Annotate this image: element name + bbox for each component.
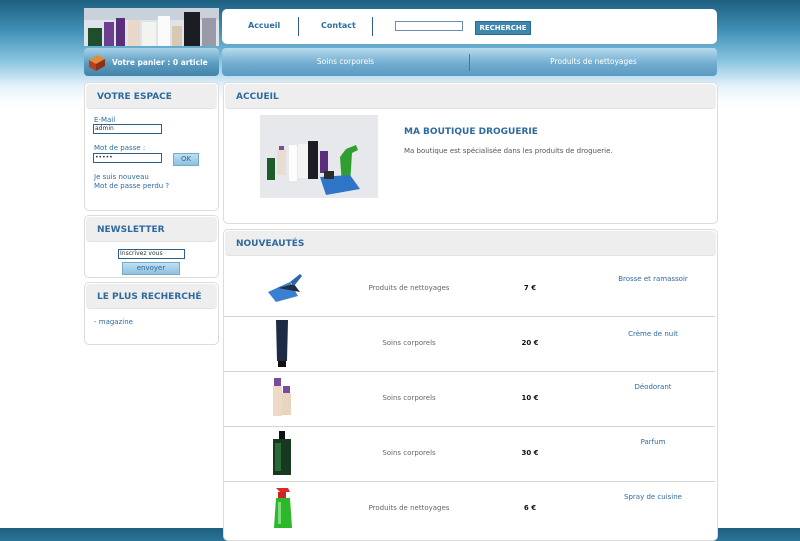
product-name-link[interactable]: Spray de cuisine — [574, 493, 732, 501]
product-price: 20 € — [521, 339, 539, 347]
store-heading: MA BOUTIQUE DROGUERIE — [404, 127, 538, 137]
nav-contact-link[interactable]: Contact — [321, 21, 356, 30]
account-title: VOTRE ESPACE — [97, 92, 172, 102]
store-description: Ma boutique est spécialisée dans les pro… — [404, 147, 613, 155]
product-price: 7 € — [523, 284, 537, 292]
panel-header: LE PLUS RECHERCHÉ — [86, 284, 217, 309]
product-row[interactable]: Soins corporels 30 € Parfum — [224, 427, 715, 482]
newsletter-title: NEWSLETTER — [97, 225, 165, 235]
email-label: E-Mail — [94, 116, 116, 124]
forgot-password-link[interactable]: Mot de passe perdu ? — [94, 182, 169, 190]
welcome-panel: ACCUEIL MA BOUTIQUE DROGUERIE Ma boutiqu… — [223, 82, 718, 224]
product-category: Produits de nettoyages — [368, 284, 450, 292]
product-price: 6 € — [523, 504, 537, 512]
product-row[interactable]: Soins corporels 10 € Déodorant — [224, 372, 715, 427]
register-link[interactable]: Je suis nouveau — [94, 173, 149, 181]
shopping-box-icon — [89, 55, 105, 71]
dustpan-brush-icon[interactable] — [254, 262, 312, 316]
email-field[interactable]: admin — [93, 124, 162, 134]
category-body-care[interactable]: Soins corporels — [222, 48, 469, 76]
panel-header: ACCUEIL — [225, 84, 716, 109]
cream-tube-icon[interactable] — [254, 317, 312, 371]
search-button[interactable]: RECHERCHE — [475, 21, 531, 35]
product-name-link[interactable]: Brosse et ramassoir — [574, 275, 732, 283]
welcome-section-title: ACCUEIL — [236, 92, 279, 102]
new-products-title: NOUVEAUTÉS — [236, 239, 305, 249]
product-row[interactable]: Produits de nettoyages 7 € Brosse et ram… — [224, 262, 715, 317]
most-searched-panel: LE PLUS RECHERCHÉ - magazine — [84, 282, 219, 345]
cart-summary: Votre panier : 0 article — [112, 58, 208, 67]
store-products-image — [260, 115, 378, 198]
product-name-link[interactable]: Parfum — [574, 438, 732, 446]
search-input[interactable] — [395, 21, 463, 31]
category-cleaning-products[interactable]: Produits de nettoyages — [470, 48, 717, 76]
panel-header: NEWSLETTER — [86, 217, 217, 242]
banner-products-image — [84, 8, 219, 46]
category-bar: Soins corporels Produits de nettoyages — [222, 48, 717, 76]
password-field[interactable]: ••••• — [93, 153, 162, 163]
newsletter-panel: NEWSLETTER Inscrivez vous envoyer — [84, 215, 219, 278]
login-ok-button[interactable]: OK — [173, 153, 199, 166]
panel-header: VOTRE ESPACE — [86, 84, 217, 109]
product-category: Produits de nettoyages — [368, 504, 450, 512]
product-name-link[interactable]: Déodorant — [574, 383, 732, 391]
nav-home-link[interactable]: Accueil — [248, 21, 280, 30]
product-category: Soins corporels — [382, 394, 436, 402]
top-navigation: Accueil Contact RECHERCHE — [222, 9, 717, 44]
product-category: Soins corporels — [382, 339, 436, 347]
cart-bar[interactable]: Votre panier : 0 article — [84, 48, 219, 76]
most-searched-title: LE PLUS RECHERCHÉ — [97, 292, 202, 302]
password-label: Mot de passe : — [94, 144, 146, 152]
perfume-bottle-icon[interactable] — [254, 427, 312, 481]
product-price: 30 € — [521, 449, 539, 457]
product-category: Soins corporels — [382, 449, 436, 457]
newsletter-send-button[interactable]: envoyer — [122, 262, 180, 275]
newsletter-email-input[interactable]: Inscrivez vous — [118, 249, 185, 259]
deodorant-bottles-icon[interactable] — [254, 372, 312, 426]
product-row[interactable]: Soins corporels 20 € Crème de nuit — [224, 317, 715, 372]
nav-divider — [372, 17, 373, 36]
panel-header: NOUVEAUTÉS — [225, 231, 716, 256]
product-price: 10 € — [521, 394, 539, 402]
nav-divider — [298, 17, 299, 36]
account-panel: VOTRE ESPACE E-Mail admin Mot de passe :… — [84, 82, 219, 211]
product-name-link[interactable]: Crème de nuit — [574, 330, 732, 338]
popular-search-link[interactable]: - magazine — [94, 318, 133, 326]
